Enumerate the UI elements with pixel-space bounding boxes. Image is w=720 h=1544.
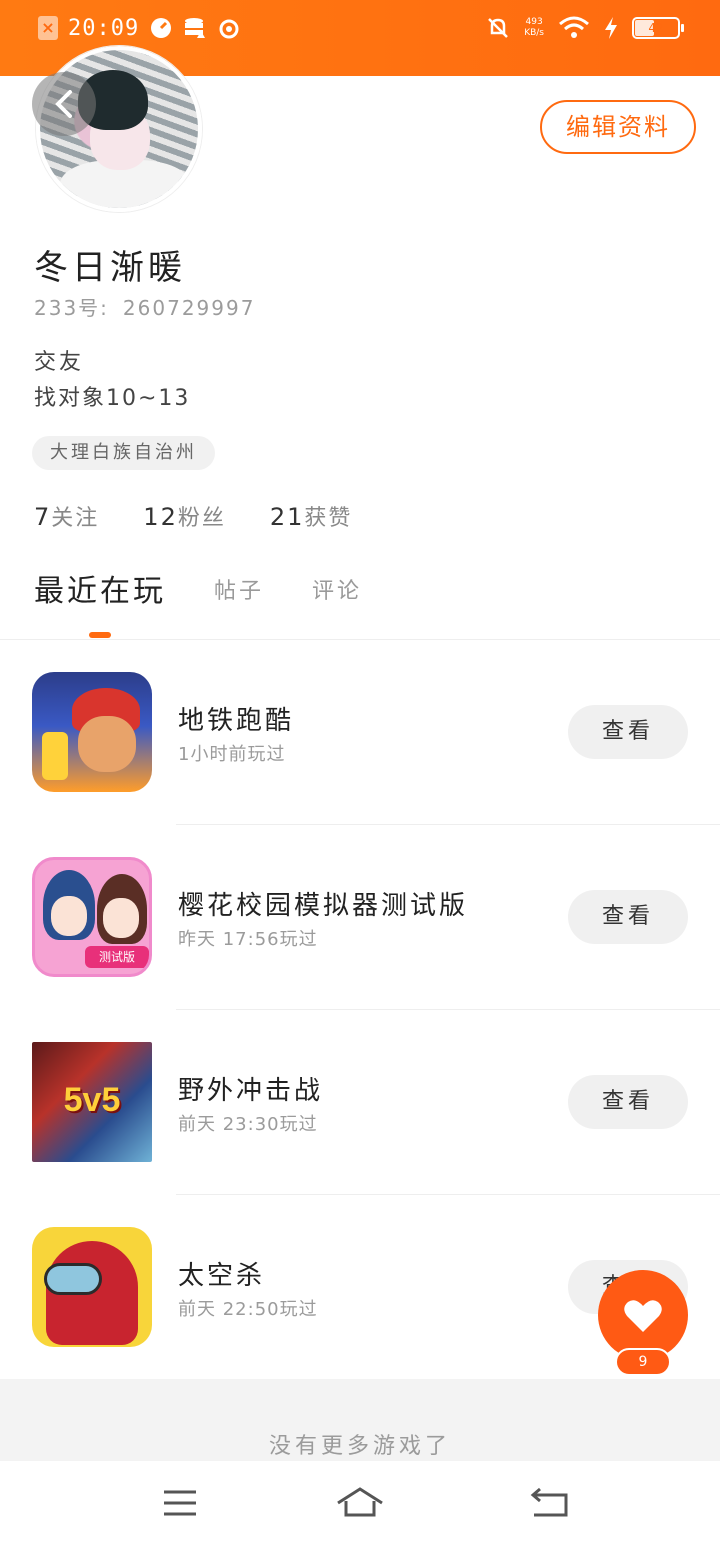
game-name: 太空杀 (178, 1261, 266, 1291)
5v5-logo: 5v5 (63, 1081, 121, 1119)
database-icon (185, 18, 206, 38)
back-icon (530, 1487, 568, 1517)
view-button[interactable]: 查看 (568, 890, 688, 944)
user-id-label: 233号: (34, 296, 109, 320)
stat-likes[interactable]: 21 获赞 (270, 500, 353, 532)
user-id: 233号: 260729997 (34, 292, 255, 321)
home-icon (337, 1487, 383, 1517)
game-played-time: 前天 23:30玩过 (178, 1114, 318, 1135)
location-tag: 大理白族自治州 (32, 436, 215, 470)
subway-surfers-icon[interactable] (32, 672, 152, 792)
charging-bolt-icon (605, 17, 617, 39)
game-played-time: 1小时前玩过 (178, 744, 286, 765)
speedometer-icon (151, 18, 172, 38)
tab-indicator (89, 632, 111, 638)
nickname: 冬日渐暖 (34, 248, 186, 288)
stats-row: 7 关注 12 粉丝 21 获赞 (34, 500, 352, 532)
stat-following[interactable]: 7 关注 (34, 500, 99, 532)
like-fab[interactable] (598, 1270, 688, 1360)
game-played-time: 前天 22:50玩过 (178, 1299, 318, 1320)
game-name: 地铁跑酷 (178, 706, 295, 736)
close-box-icon: × (38, 16, 58, 40)
tab-posts[interactable]: 帖子 (214, 572, 264, 612)
space-kill-icon[interactable] (32, 1227, 152, 1347)
stat-following-value: 7 (34, 503, 52, 531)
game-name: 樱花校园模拟器测试版 (178, 891, 469, 921)
wifi-icon (559, 16, 589, 38)
stat-following-label: 关注 (51, 506, 100, 531)
view-button[interactable]: 查看 (568, 1075, 688, 1129)
chevron-left-icon (55, 90, 72, 118)
profile-tabs: 最近在玩 帖子 评论 (34, 572, 410, 612)
heart-icon (624, 1300, 662, 1332)
game-item[interactable]: 地铁跑酷 1小时前玩过 查看 (0, 640, 720, 825)
home-button[interactable] (330, 1479, 390, 1527)
status-right: 493 KB/s 42 (486, 12, 684, 44)
game-name: 野外冲击战 (178, 1076, 324, 1106)
net-speed: 493 KB/s (524, 17, 544, 39)
tab-comments[interactable]: 评论 (312, 572, 362, 612)
back-button[interactable] (32, 72, 96, 136)
stat-fans[interactable]: 12 粉丝 (143, 500, 226, 532)
stat-fans-value: 12 (143, 503, 178, 531)
game-item[interactable]: 5v5 野外冲击战 前天 23:30玩过 查看 (0, 1010, 720, 1195)
menu-icon (164, 1490, 196, 1516)
menu-button[interactable] (150, 1479, 210, 1527)
bio-line-1: 交友 (34, 350, 85, 375)
mute-bell-icon (488, 18, 509, 38)
net-speed-value: 493 (525, 17, 543, 27)
user-id-value: 260729997 (122, 296, 256, 320)
stat-likes-label: 获赞 (304, 506, 353, 531)
sakura-school-icon[interactable]: 测试版 (32, 857, 152, 977)
stat-fans-label: 粉丝 (177, 506, 226, 531)
edit-profile-button[interactable]: 编辑资料 (540, 100, 696, 154)
status-left: × 20:09 (38, 12, 241, 44)
test-version-badge: 测试版 (85, 946, 149, 968)
game-played-time: 昨天 17:56玩过 (178, 929, 318, 950)
view-button[interactable]: 查看 (568, 705, 688, 759)
weibo-icon (219, 19, 239, 39)
battery-level: 42 (648, 21, 664, 35)
back-nav-button[interactable] (520, 1479, 580, 1527)
game-item[interactable]: 测试版 樱花校园模拟器测试版 昨天 17:56玩过 查看 (0, 825, 720, 1010)
wild-clash-icon[interactable]: 5v5 (32, 1042, 152, 1162)
stat-likes-value: 21 (269, 503, 305, 531)
bio-line-2: 找对象10~13 (34, 386, 191, 411)
like-count-badge: 9 (615, 1348, 671, 1376)
net-speed-unit: KB/s (524, 28, 544, 38)
tab-recent-games[interactable]: 最近在玩 (34, 572, 166, 612)
system-nav-bar (0, 1461, 720, 1544)
status-time: 20:09 (68, 15, 140, 41)
no-more-games-text: 没有更多游戏了 (268, 1434, 451, 1459)
battery-icon: 42 (632, 17, 684, 39)
